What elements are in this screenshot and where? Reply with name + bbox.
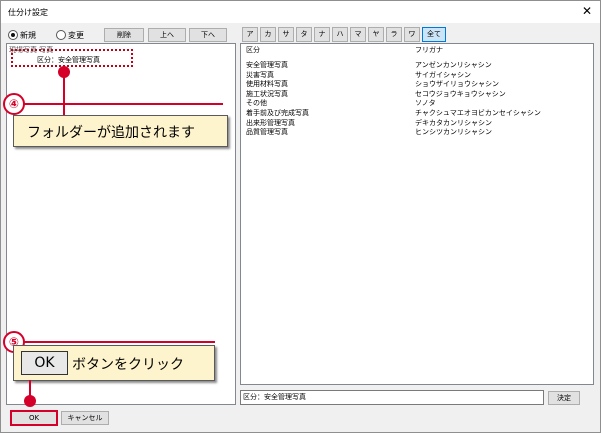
category-name: 安全管理写真 <box>246 61 288 69</box>
cancel-button[interactable]: キャンセル <box>61 411 109 425</box>
callout5-text: ボタンをクリック <box>72 357 184 373</box>
category-name: 着手前及び完成写真 <box>246 109 309 117</box>
category-name: 出来形管理写真 <box>246 118 295 127</box>
kana-filter-button[interactable]: 全て <box>422 27 446 42</box>
category-furigana: ソノタ <box>415 99 436 108</box>
up-button[interactable]: 上へ <box>148 28 186 42</box>
callout4-number: ④ <box>3 93 25 115</box>
column-header-category: 区分 <box>246 46 260 54</box>
kana-filter-button[interactable]: カ <box>260 27 276 42</box>
category-furigana: ショウザイリョウシャシン <box>415 80 499 89</box>
callout4-box: フォルダーが追加されます <box>13 115 228 147</box>
radio-change-indicator <box>56 30 66 40</box>
category-name: 施工状況写真 <box>246 89 288 98</box>
callout4-text: フォルダーが追加されます <box>27 125 195 141</box>
callout4-leader-line <box>63 72 65 116</box>
category-row[interactable]: その他 ソノタ <box>246 98 576 107</box>
delete-button[interactable]: 削除 <box>104 28 144 42</box>
kana-filter-button[interactable]: マ <box>350 27 366 42</box>
radio-new[interactable]: 新規 <box>8 29 36 41</box>
radio-change-label: 変更 <box>68 30 84 40</box>
callout5-anchor-dot <box>24 395 36 407</box>
kana-filter-button[interactable]: ア <box>242 27 258 42</box>
category-furigana: アンゼンカンリシャシン <box>415 61 492 69</box>
decide-button[interactable]: 決定 <box>548 391 580 405</box>
highlight-new-folder <box>11 49 133 67</box>
callout5-rule <box>23 341 215 343</box>
category-name: 災害写真 <box>246 70 274 79</box>
down-button[interactable]: 下へ <box>189 28 227 42</box>
column-header-furigana: フリガナ <box>415 46 443 54</box>
callout5-box: OK ボタンをクリック <box>13 345 215 381</box>
category-row[interactable]: 災害写真 サイガイシャシン <box>246 70 576 79</box>
callout4-rule <box>23 103 223 105</box>
window-title: 仕分け設定 <box>8 8 48 17</box>
category-row[interactable]: 品質管理写真 ヒンシツカンリシャシン <box>246 127 576 136</box>
category-input[interactable]: 区分：安全管理写真 <box>240 390 544 405</box>
category-row[interactable]: 安全管理写真 アンゼンカンリシャシン <box>246 60 576 69</box>
category-row[interactable]: 施工状況写真 セコウジョウキョウシャシン <box>246 89 576 98</box>
kana-filter-button[interactable]: サ <box>278 27 294 42</box>
category-row[interactable]: 出来形管理写真 デキカタカンリシャシン <box>246 118 576 127</box>
kana-filter-button[interactable]: ハ <box>332 27 348 42</box>
radio-new-indicator <box>8 30 18 40</box>
category-furigana: サイガイシャシン <box>415 70 471 79</box>
ok-button[interactable]: OK <box>10 410 58 426</box>
close-icon[interactable]: ✕ <box>580 4 594 18</box>
category-row[interactable]: 着手前及び完成写真 チャクシュマエオヨビカンセイシャシン <box>246 108 576 117</box>
title-bar: 仕分け設定 ✕ <box>1 1 600 23</box>
category-row[interactable]: 使用材料写真 ショウザイリョウシャシン <box>246 79 576 88</box>
kana-filter-button[interactable]: ラ <box>386 27 402 42</box>
category-furigana: ヒンシツカンリシャシン <box>415 128 492 137</box>
category-name: 品質管理写真 <box>246 128 288 137</box>
category-name: その他 <box>246 99 267 108</box>
radio-change[interactable]: 変更 <box>56 29 84 41</box>
category-name: 使用材料写真 <box>246 80 288 89</box>
kana-filter-button[interactable]: ワ <box>404 27 420 42</box>
kana-filter-button[interactable]: タ <box>296 27 312 42</box>
radio-new-label: 新規 <box>20 30 36 40</box>
callout5-ok-graphic: OK <box>21 351 68 375</box>
kana-filter-button[interactable]: ナ <box>314 27 330 42</box>
kana-filter-button[interactable]: ヤ <box>368 27 384 42</box>
category-furigana: セコウジョウキョウシャシン <box>415 89 506 98</box>
category-furigana: チャクシュマエオヨビカンセイシャシン <box>415 109 541 117</box>
category-furigana: デキカタカンリシャシン <box>415 118 492 127</box>
